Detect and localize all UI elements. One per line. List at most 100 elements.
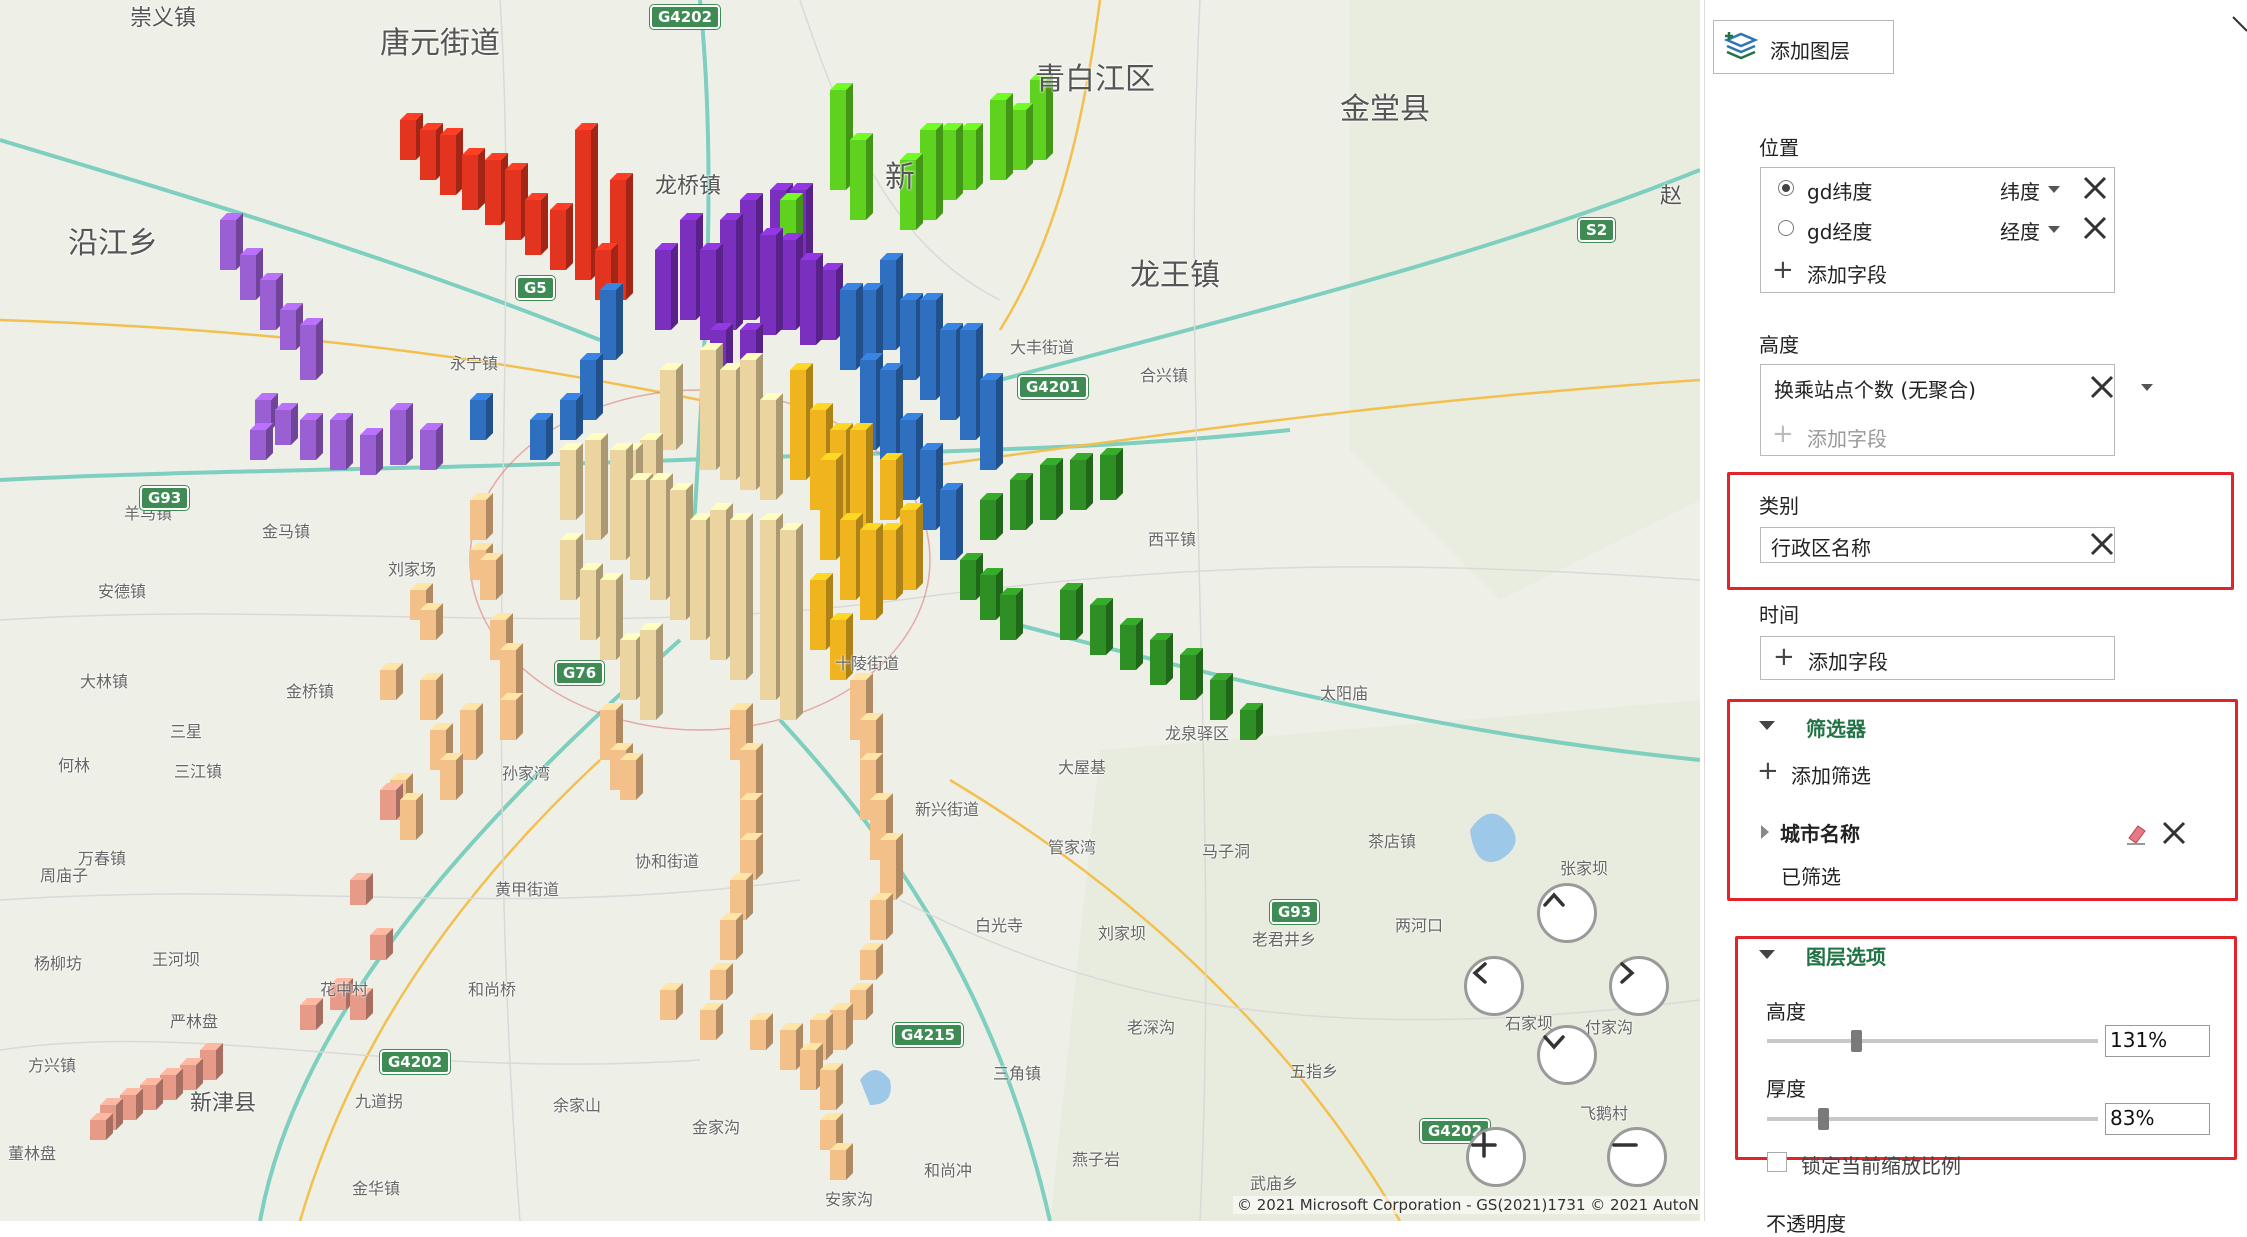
map-column[interactable] [730, 513, 753, 680]
map-column[interactable] [860, 523, 883, 620]
thickness-value-input[interactable]: 83% [2105, 1103, 2210, 1135]
map-column[interactable] [360, 428, 383, 475]
map-column[interactable] [660, 363, 683, 450]
map-column[interactable] [620, 753, 643, 800]
map-column[interactable] [780, 523, 803, 720]
map-column[interactable] [560, 533, 583, 600]
map-column[interactable] [750, 1013, 773, 1050]
map-column[interactable] [90, 1113, 113, 1140]
map-column[interactable] [420, 123, 443, 180]
map-column[interactable] [740, 193, 763, 320]
zoom-in-button[interactable] [1466, 1127, 1526, 1187]
height-slider-track[interactable] [1767, 1039, 2098, 1043]
map-column[interactable] [740, 743, 763, 800]
height-add-field-button[interactable]: + 添加字段 [1760, 418, 2060, 452]
map-column[interactable] [440, 128, 463, 195]
map-column[interactable] [920, 293, 943, 400]
map-column[interactable] [780, 1023, 803, 1070]
collapse-icon[interactable] [1759, 950, 1775, 959]
pan-up-button[interactable] [1537, 883, 1597, 943]
map-column[interactable] [350, 873, 373, 905]
map-column[interactable] [575, 123, 598, 280]
map-column[interactable] [500, 693, 523, 740]
map-column[interactable] [760, 228, 783, 335]
map-column[interactable] [160, 1068, 183, 1100]
location-field-longitude[interactable]: gd经度 经度 [1760, 212, 2115, 248]
map-column[interactable] [680, 213, 703, 320]
map-column[interactable] [1210, 673, 1233, 720]
filters-section-title[interactable]: 筛选器 [1806, 713, 1866, 742]
time-add-field-button[interactable]: + 添加字段 [1760, 636, 2115, 680]
map-column[interactable] [660, 983, 683, 1020]
map-column[interactable] [940, 123, 963, 200]
map-column[interactable] [740, 353, 763, 490]
map-column[interactable] [580, 353, 603, 420]
map-column[interactable] [560, 443, 583, 520]
map-column[interactable] [980, 568, 1003, 620]
map-column[interactable] [420, 423, 443, 470]
map-column[interactable] [330, 413, 353, 470]
map-column[interactable] [650, 473, 673, 600]
expand-icon[interactable] [1761, 825, 1769, 839]
map-column[interactable] [830, 1143, 853, 1180]
map-column[interactable] [940, 483, 963, 560]
map-column[interactable] [1100, 448, 1123, 500]
map-column[interactable] [300, 318, 323, 380]
map-column[interactable] [960, 553, 983, 600]
map-column[interactable] [820, 263, 843, 340]
map-column[interactable] [840, 283, 863, 370]
map-column[interactable] [600, 283, 623, 360]
map-column[interactable] [610, 443, 633, 560]
map-column[interactable] [400, 113, 423, 160]
radio-selected-icon[interactable] [1778, 180, 1794, 196]
map-column[interactable] [780, 233, 803, 330]
add-filter-button[interactable]: + 添加筛选 [1745, 756, 2045, 790]
map-column[interactable] [460, 703, 483, 760]
map-column[interactable] [380, 783, 403, 820]
map-column[interactable] [600, 573, 623, 660]
map-column[interactable] [640, 623, 663, 720]
map-column[interactable] [420, 603, 443, 640]
add-layer-button[interactable]: 添加图层 [1713, 20, 1894, 74]
chevron-down-icon[interactable] [2048, 226, 2060, 233]
map-column[interactable] [870, 893, 893, 940]
map-column[interactable] [462, 148, 485, 210]
map-column[interactable] [580, 563, 603, 640]
map-column[interactable] [275, 403, 298, 445]
layer-options-title[interactable]: 图层选项 [1806, 941, 1886, 970]
map-column[interactable] [700, 1003, 723, 1040]
map-column[interactable] [1090, 598, 1113, 655]
map-column[interactable] [1010, 473, 1033, 530]
map-column[interactable] [1040, 458, 1063, 520]
pan-down-button[interactable] [1537, 1025, 1597, 1085]
map-column[interactable] [740, 833, 763, 880]
map-column[interactable] [850, 983, 873, 1020]
thickness-slider-track[interactable] [1767, 1117, 2098, 1121]
map-column[interactable] [530, 413, 553, 460]
map-column[interactable] [940, 323, 963, 420]
map-column[interactable] [830, 83, 853, 190]
zoom-out-button[interactable] [1607, 1127, 1667, 1187]
map-column[interactable] [585, 433, 608, 540]
pan-right-button[interactable] [1609, 956, 1669, 1016]
map-column[interactable] [300, 998, 323, 1030]
map-column[interactable] [860, 943, 883, 980]
height-field[interactable]: 换乘站点个数 (无聚合) [1760, 370, 2153, 406]
map-column[interactable] [1150, 633, 1173, 685]
map-canvas[interactable] [0, 0, 1700, 1221]
collapse-icon[interactable] [1759, 721, 1775, 730]
map-column[interactable] [670, 483, 693, 620]
map-column[interactable] [810, 573, 833, 650]
map-column[interactable] [390, 403, 413, 465]
map-column[interactable] [525, 193, 548, 255]
lock-zoom-checkbox[interactable] [1767, 1152, 1787, 1172]
map-column[interactable] [720, 363, 743, 480]
remove-filter-icon[interactable] [2161, 820, 2187, 846]
map-column[interactable] [200, 1043, 223, 1080]
map-column[interactable] [730, 873, 753, 920]
map-view[interactable]: 崇义镇 唐元街道 青白江区 金堂县 龙桥镇 沿江乡 龙王镇新赵永宁镇 大丰街道 合兴镇 金马镇 羊马… [0, 0, 1700, 1221]
map-column[interactable] [440, 753, 463, 800]
map-column[interactable] [920, 123, 943, 220]
map-column[interactable] [960, 123, 983, 190]
map-column[interactable] [860, 283, 883, 360]
